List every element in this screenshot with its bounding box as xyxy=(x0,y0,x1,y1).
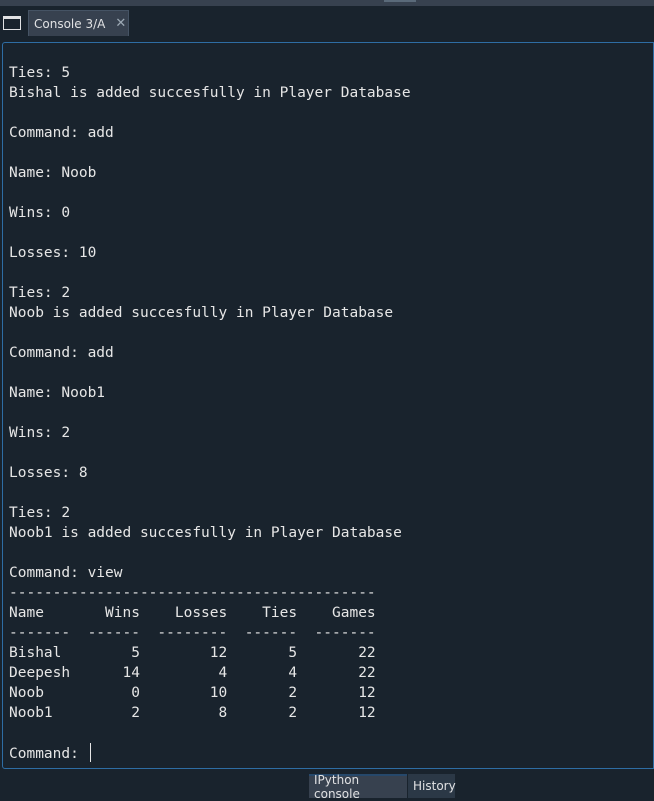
console-line: Command: add xyxy=(9,345,114,361)
console-line: Ties: 2 xyxy=(9,505,71,521)
console-history: Ties: 5 Bishal is added succesfully in P… xyxy=(9,65,411,721)
ipython-console-output[interactable]: Ties: 5 Bishal is added succesfully in P… xyxy=(2,42,654,769)
console-line: Wins: 2 xyxy=(9,425,71,441)
console-line: Ties: 5 xyxy=(9,65,71,81)
console-line: Command: view xyxy=(9,565,123,581)
console-line: Wins: 0 xyxy=(9,205,71,221)
console-line: ----------------------------------------… xyxy=(9,585,376,601)
tab-history-label: History xyxy=(413,779,456,793)
tab-ipython-console-label: IPython console xyxy=(314,773,360,801)
tab-ipython-console[interactable]: IPython console xyxy=(309,773,407,801)
console-line: Losses: 8 xyxy=(9,465,88,481)
console-line: ------- ------ -------- ------ ------- xyxy=(9,625,376,641)
tab-console-3a-label: Console 3/A xyxy=(34,16,106,31)
console-line: Noob 0 10 2 12 xyxy=(9,685,376,701)
console-text: Ties: 5 Bishal is added succesfully in P… xyxy=(3,43,653,764)
console-line: Noob1 is added succesfully in Player Dat… xyxy=(9,525,402,541)
close-icon[interactable]: ✕ xyxy=(115,17,126,30)
console-line: Noob is added succesfully in Player Data… xyxy=(9,305,394,321)
tab-history[interactable]: History xyxy=(408,774,456,798)
console-line: Bishal 5 12 5 22 xyxy=(9,645,376,661)
console-line: Name: Noob xyxy=(9,165,97,181)
splitter-handle[interactable] xyxy=(384,0,416,2)
command-prompt: Command: xyxy=(9,746,88,762)
window-options-icon[interactable] xyxy=(3,16,21,30)
bottom-tab-bar: IPython console History xyxy=(0,772,654,801)
console-line: Bishal is added succesfully in Player Da… xyxy=(9,85,411,101)
console-line: Deepesh 14 4 4 22 xyxy=(9,665,376,681)
console-line: Name: Noob1 xyxy=(9,385,106,401)
console-tab-bar: Console 3/A ✕ xyxy=(0,6,654,38)
console-line: Losses: 10 xyxy=(9,245,97,261)
tab-console-3a[interactable]: Console 3/A ✕ xyxy=(28,10,129,36)
console-line: Name Wins Losses Ties Games xyxy=(9,605,376,621)
console-line: Ties: 2 xyxy=(9,285,71,301)
text-cursor xyxy=(89,743,91,762)
console-line: Command: add xyxy=(9,125,114,141)
console-line: Noob1 2 8 2 12 xyxy=(9,705,376,721)
